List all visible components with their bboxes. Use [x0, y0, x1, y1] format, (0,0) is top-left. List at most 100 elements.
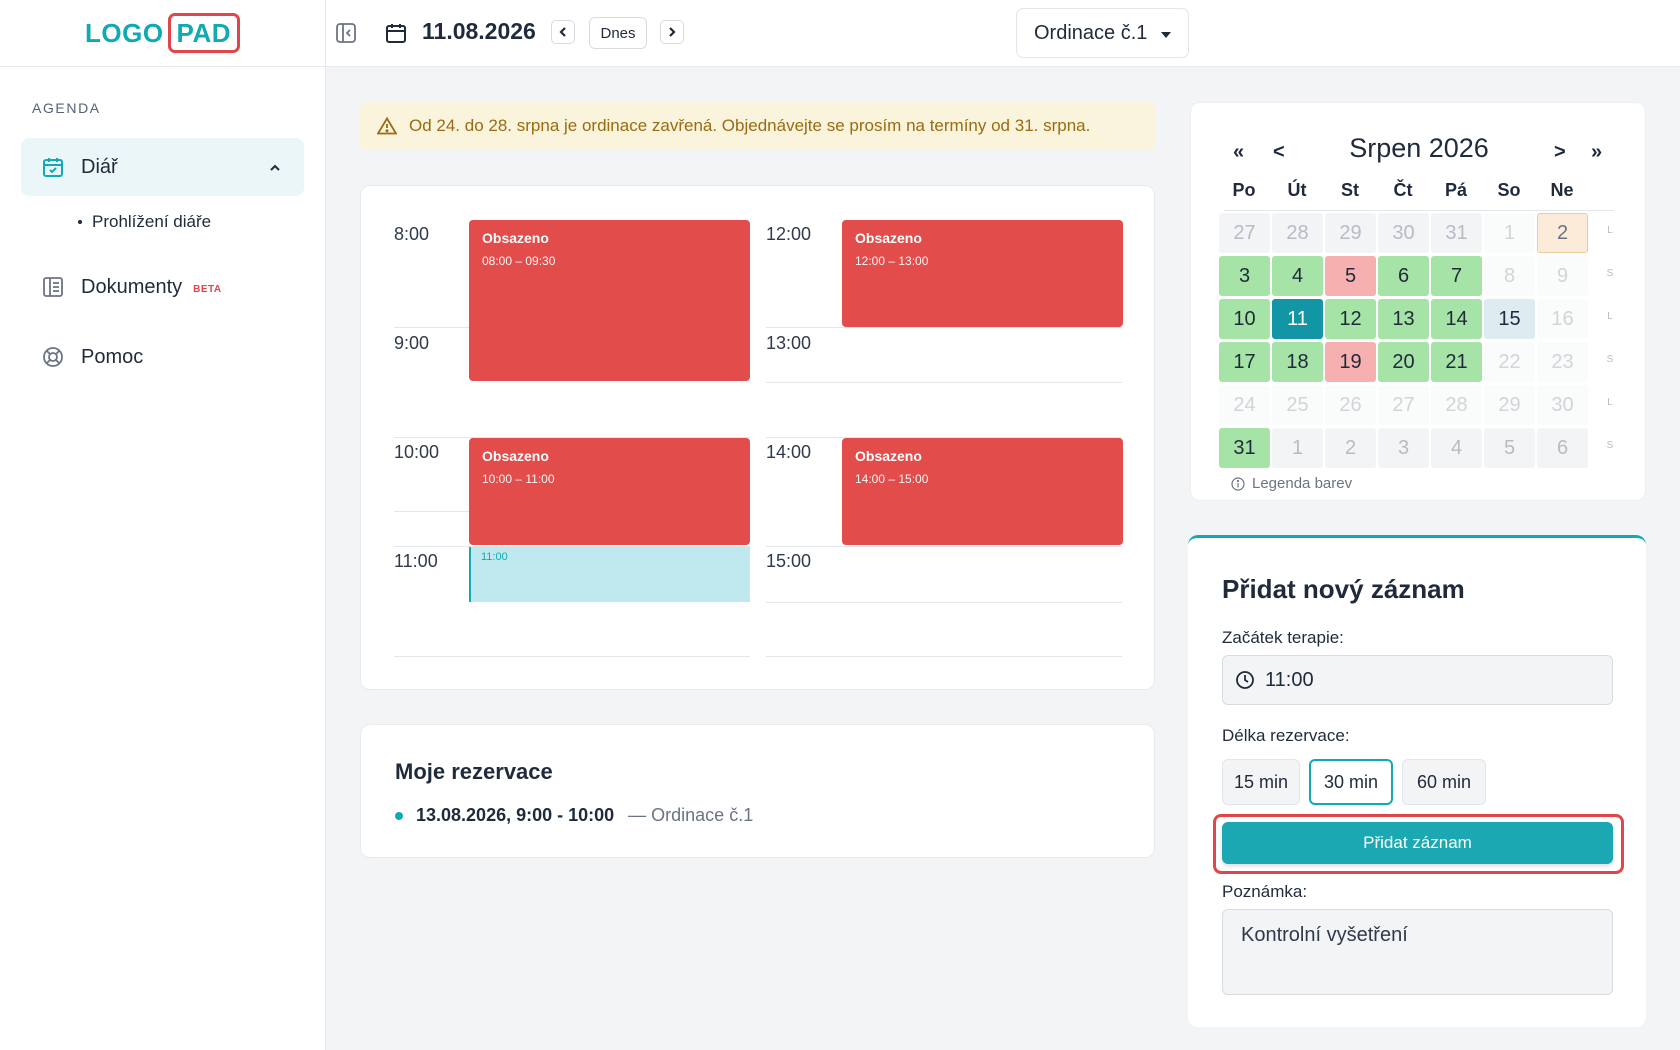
- calendar-day[interactable]: 31: [1219, 428, 1270, 468]
- calendar-day[interactable]: 21: [1431, 342, 1482, 382]
- calendar-day[interactable]: 16: [1537, 299, 1588, 339]
- caret-down-icon: [1161, 32, 1171, 38]
- calendar-day[interactable]: 11: [1272, 299, 1323, 339]
- calendar-day[interactable]: 28: [1272, 213, 1323, 253]
- logo[interactable]: LOGO PAD: [85, 13, 241, 53]
- slot-title: Obsazeno: [482, 448, 549, 464]
- chevron-left-icon: [559, 27, 566, 37]
- calendar-day[interactable]: 10: [1219, 299, 1270, 339]
- calendar-day[interactable]: 2: [1537, 213, 1588, 253]
- sidebar-item-pomoc[interactable]: Pomoc: [21, 328, 304, 386]
- next-day-button[interactable]: [660, 20, 684, 44]
- warning-icon: [377, 117, 397, 135]
- start-label: Začátek terapie:: [1222, 628, 1344, 647]
- calendar-month: Srpen 2026: [1349, 133, 1489, 163]
- calendar-day[interactable]: 1: [1272, 428, 1323, 468]
- today-button[interactable]: Dnes: [589, 17, 647, 49]
- chevron-right-icon: [669, 27, 676, 37]
- duration-30-button[interactable]: 30 min: [1309, 759, 1393, 805]
- slot-title: Obsazeno: [855, 230, 922, 246]
- sidebar-toggle-icon[interactable]: [335, 22, 357, 49]
- slot-range: 10:00 – 11:00: [482, 472, 555, 486]
- office-select-value: Ordinace č.1: [1034, 21, 1148, 44]
- calendar-day[interactable]: 2: [1325, 428, 1376, 468]
- calendar-day[interactable]: 18: [1272, 342, 1323, 382]
- calendar-day[interactable]: 20: [1378, 342, 1429, 382]
- color-legend[interactable]: Legenda barev: [1231, 475, 1352, 492]
- next-month-button[interactable]: >: [1554, 141, 1566, 164]
- calendar-day[interactable]: 3: [1219, 256, 1270, 296]
- duration-15-button[interactable]: 15 min: [1222, 759, 1300, 805]
- sidebar-subitem-prohlizeni[interactable]: Prohlížení diáře: [78, 212, 211, 232]
- sidebar-item-dokumenty[interactable]: Dokumenty BETA: [21, 258, 304, 316]
- calendar-day[interactable]: 24: [1219, 385, 1270, 425]
- bullet-dot: [78, 220, 82, 224]
- calendar-day[interactable]: 7: [1431, 256, 1482, 296]
- calendar-day[interactable]: 5: [1325, 256, 1376, 296]
- time-label: 10:00: [394, 442, 440, 462]
- calendar-day[interactable]: 8: [1484, 256, 1535, 296]
- mini-calendar: « < Srpen 2026 > » Po Út St Čt Pá So Ne 27 28 29…: [1190, 102, 1646, 501]
- calendar-day[interactable]: 4: [1431, 428, 1482, 468]
- busy-slot[interactable]: Obsazeno 10:00 – 11:00: [469, 438, 750, 545]
- alert-text: Od 24. do 28. srpna je ordinace zavřená.…: [409, 116, 1091, 135]
- calendar-day[interactable]: 30: [1378, 213, 1429, 253]
- week-parity-label: L: [1607, 397, 1613, 408]
- calendar-day[interactable]: 23: [1537, 342, 1588, 382]
- calendar-day[interactable]: 5: [1484, 428, 1535, 468]
- calendar-day[interactable]: 30: [1537, 385, 1588, 425]
- hour-line: [766, 327, 1122, 328]
- calendar-check-icon: [41, 155, 65, 179]
- hour-line: [766, 602, 1122, 603]
- calendar-day[interactable]: 31: [1431, 213, 1482, 253]
- calendar-day[interactable]: 14: [1431, 299, 1482, 339]
- selected-slot[interactable]: 11:00: [469, 547, 750, 602]
- calendar-day[interactable]: 29: [1325, 213, 1376, 253]
- logo-text-pad: PAD: [167, 13, 241, 53]
- note-textarea[interactable]: Kontrolní vyšetření: [1222, 909, 1613, 995]
- calendar-day[interactable]: 12: [1325, 299, 1376, 339]
- next-year-button[interactable]: »: [1591, 141, 1602, 164]
- calendar-day[interactable]: 17: [1219, 342, 1270, 382]
- busy-slot[interactable]: Obsazeno 12:00 – 13:00: [842, 220, 1123, 327]
- calendar-day[interactable]: 3: [1378, 428, 1429, 468]
- start-time-input[interactable]: 11:00: [1222, 655, 1613, 705]
- busy-slot[interactable]: Obsazeno 14:00 – 15:00: [842, 438, 1123, 545]
- sidebar-item-diar[interactable]: Diář: [21, 138, 304, 196]
- info-icon: [1231, 476, 1245, 491]
- lifebuoy-icon: [41, 345, 65, 369]
- duration-60-button[interactable]: 60 min: [1402, 759, 1486, 805]
- time-label: 14:00: [766, 442, 812, 462]
- beta-badge: BETA: [193, 283, 222, 295]
- calendar-day[interactable]: 9: [1537, 256, 1588, 296]
- calendar-icon[interactable]: [384, 21, 408, 50]
- calendar-day[interactable]: 27: [1219, 213, 1270, 253]
- add-record-button[interactable]: Přidat záznam: [1222, 822, 1613, 864]
- time-label: 13:00: [766, 333, 812, 353]
- calendar-day[interactable]: 29: [1484, 385, 1535, 425]
- hour-line: [766, 546, 1122, 547]
- prev-day-button[interactable]: [551, 20, 575, 44]
- calendar-day[interactable]: 26: [1325, 385, 1376, 425]
- calendar-day[interactable]: 6: [1378, 256, 1429, 296]
- note-label: Poznámka:: [1222, 882, 1308, 901]
- topbar: 11.08.2026 Dnes Ordinace č.1: [326, 0, 1680, 67]
- calendar-day[interactable]: 1: [1484, 213, 1535, 253]
- calendar-day[interactable]: 4: [1272, 256, 1323, 296]
- busy-slot[interactable]: Obsazeno 08:00 – 09:30: [469, 220, 750, 381]
- calendar-day[interactable]: 15: [1484, 299, 1535, 339]
- calendar-day[interactable]: 22: [1484, 342, 1535, 382]
- calendar-day[interactable]: 6: [1537, 428, 1588, 468]
- start-time-value: 11:00: [1265, 668, 1314, 691]
- closure-alert: Od 24. do 28. srpna je ordinace zavřená.…: [360, 102, 1155, 150]
- chevron-up-icon[interactable]: [268, 158, 282, 181]
- calendar-day[interactable]: 27: [1378, 385, 1429, 425]
- calendar-day[interactable]: 19: [1325, 342, 1376, 382]
- office-select[interactable]: Ordinace č.1: [1016, 8, 1189, 58]
- weekday-divider: [1224, 210, 1614, 211]
- calendar-day[interactable]: 25: [1272, 385, 1323, 425]
- logo-area: LOGO PAD: [0, 0, 325, 67]
- calendar-day[interactable]: 28: [1431, 385, 1482, 425]
- calendar-day[interactable]: 13: [1378, 299, 1429, 339]
- list-item[interactable]: 13.08.2026, 9:00 - 10:00 — Ordinace č.1: [395, 805, 753, 826]
